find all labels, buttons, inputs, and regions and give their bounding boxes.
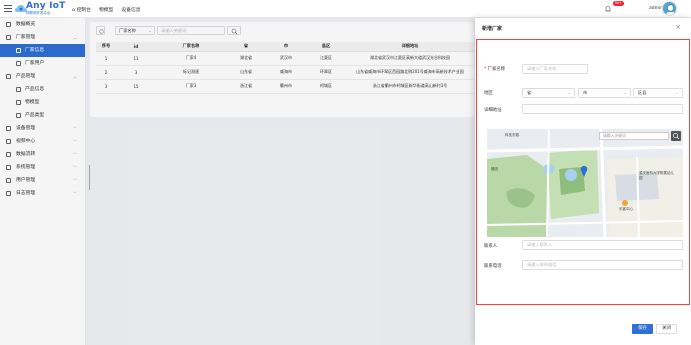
- map-search-input[interactable]: 请输入关键词: [599, 132, 669, 140]
- city-select[interactable]: 市 ⌄: [578, 88, 631, 98]
- map-label: 乐客中心: [619, 207, 633, 211]
- map-label: 重庆医科大学附属幼儿园: [639, 171, 674, 180]
- close-button[interactable]: 关闭: [656, 324, 677, 334]
- add-factory-drawer: 新增厂家 × * 厂家名称 请输入厂家名称 地区 省 ⌄ 市 ⌄ 区县 ⌄ 详细地址: [475, 18, 691, 345]
- district-select[interactable]: 区县 ⌄: [633, 88, 683, 98]
- username[interactable]: admin: [649, 6, 663, 11]
- nav-thing-model[interactable]: 物模型: [99, 6, 113, 13]
- bell-icon[interactable]: [604, 5, 612, 13]
- search-icon: [672, 132, 680, 140]
- location-pin-icon[interactable]: [580, 165, 588, 177]
- map-label: 福田: [491, 167, 498, 171]
- close-icon[interactable]: ×: [675, 23, 681, 31]
- region-label: 地区: [484, 91, 493, 96]
- contact-input[interactable]: 请输入联系人: [522, 240, 683, 250]
- add-factory-form: * 厂家名称 请输入厂家名称 地区 省 ⌄ 市 ⌄ 区县 ⌄ 详细地址 请输入关…: [476, 39, 690, 305]
- contact-label: 联系人: [484, 244, 498, 249]
- phone-input[interactable]: 请输入联系电话: [522, 260, 683, 270]
- drawer-title: 新增厂家: [482, 26, 503, 32]
- notification-badge: 99+: [613, 1, 624, 6]
- address-label: 详细地址: [484, 108, 502, 113]
- factory-name-input[interactable]: 请输入厂家名称: [522, 64, 588, 74]
- menu-toggle-icon[interactable]: [4, 5, 12, 12]
- top-header: Any IoT 物联网开发平台 ⌂ 控制台 物模型 设备信息 99+ admin: [0, 0, 691, 18]
- logo-title: Any IoT: [26, 1, 66, 11]
- map-search-button[interactable]: [671, 131, 681, 141]
- map-label: 科技东路: [505, 133, 519, 137]
- save-button[interactable]: 保存: [632, 324, 653, 334]
- map-view[interactable]: 请输入关键词 科技东路 福田 重庆医科大学附属幼儿园 乐客中心: [487, 129, 683, 237]
- province-select[interactable]: 省 ⌄: [522, 88, 575, 98]
- factory-name-label: * 厂家名称: [484, 67, 506, 72]
- address-input[interactable]: [522, 104, 683, 114]
- map-canvas: [487, 129, 683, 237]
- top-nav: ⌂ 控制台 物模型 设备信息: [72, 6, 141, 13]
- nav-console[interactable]: ⌂ 控制台: [72, 6, 91, 13]
- nav-device-info[interactable]: 设备信息: [121, 6, 140, 13]
- phone-label: 联系电话: [484, 264, 502, 269]
- avatar[interactable]: [662, 1, 677, 16]
- logo-subtitle: 物联网开发平台: [26, 11, 51, 15]
